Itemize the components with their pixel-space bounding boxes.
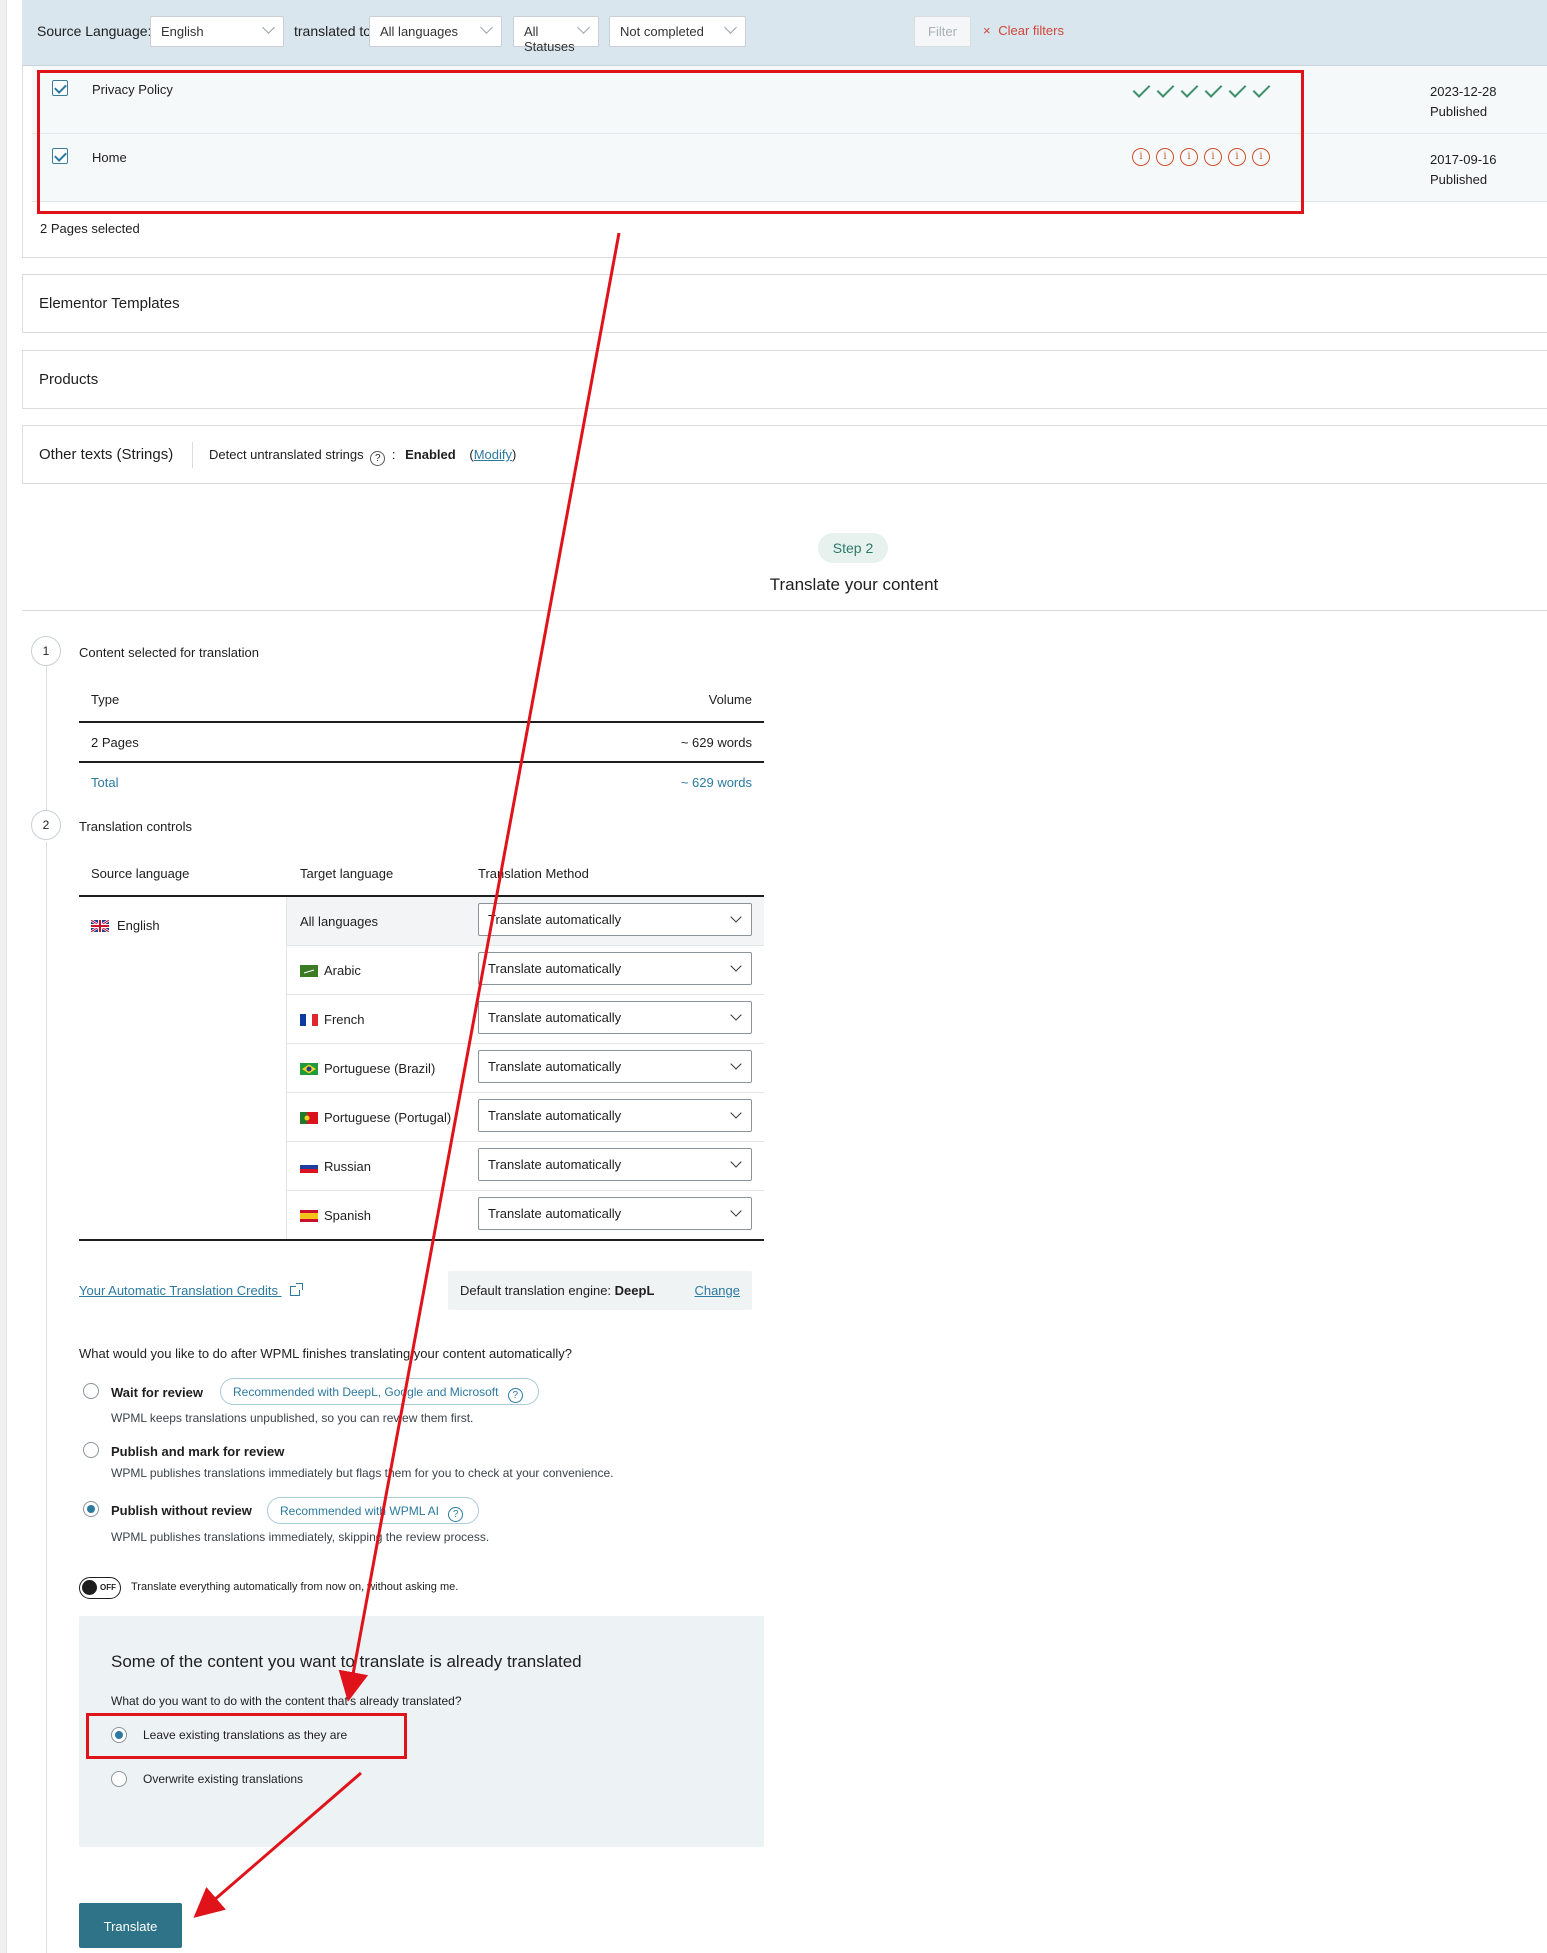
annotation-arrows	[193, 232, 621, 1918]
arrow-to-leave-option	[338, 232, 621, 1702]
arrow-to-translate-button	[193, 1771, 362, 1918]
